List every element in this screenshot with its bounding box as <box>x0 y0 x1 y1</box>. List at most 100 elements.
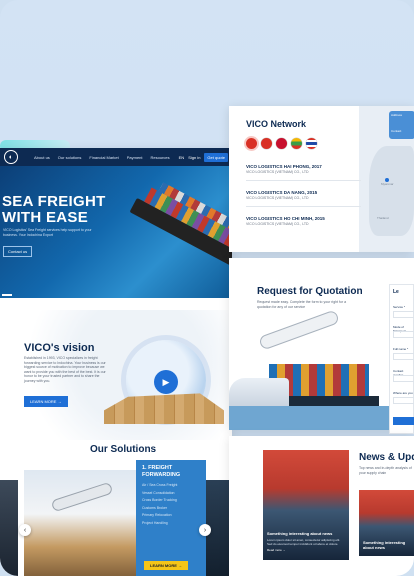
where-label: Where are you <box>393 391 413 395</box>
vision-learn-more-button[interactable]: LEARN MORE → <box>24 396 68 407</box>
quotation-description: Request made easy. Complete the form to … <box>257 300 347 309</box>
solutions-title: Our Solutions <box>90 444 157 455</box>
network-map[interactable]: Myanmar Thailand Address Contact <box>359 106 414 252</box>
country-flags <box>246 138 317 149</box>
list-item: Cross Border Trucking <box>142 498 177 502</box>
contact-us-button[interactable]: Contact us <box>3 246 33 257</box>
get-quote-button[interactable]: Get quote <box>204 152 228 162</box>
freight-title-line-2: FORWARDING <box>142 472 181 478</box>
airplane-image <box>259 310 339 350</box>
list-item: Project Handling <box>142 520 168 525</box>
news-item-2-text: Something interesting about news <box>363 540 412 550</box>
homepage-preview: ◐ About us Our solutions Financial Marke… <box>0 148 232 576</box>
office-name: VICO LOGISTICS HO CHI MINH, 2015 <box>246 216 325 221</box>
myanmar-flag-icon[interactable] <box>291 138 302 149</box>
news-item-excerpt: Lorem ipsum dolor sit amet, consectetur … <box>267 538 341 546</box>
divider <box>246 180 361 181</box>
network-card: Myanmar Thailand Address Contact VICO Ne… <box>229 106 414 252</box>
quotation-title: Request for Quotation <box>257 286 363 297</box>
language-selector[interactable]: EN <box>179 155 185 160</box>
hero-title-line-1: SEA FREIGHT <box>2 193 106 210</box>
vision-section: VICO's vision Established in 1993, VICO … <box>0 310 232 440</box>
solution-image <box>24 470 136 576</box>
office-company: VICO LOGISTICS (VIETNAM) CO., LTD <box>246 196 309 200</box>
list-item: Vessel Consolidation <box>142 490 175 495</box>
news-card: Something interesting about news Lorem i… <box>229 436 414 576</box>
train-image <box>229 378 289 408</box>
map-pin-icon[interactable] <box>385 178 389 182</box>
freight-service-list: Air / Sea Cross Freight Vessel Consolida… <box>142 482 200 527</box>
nav-item-solutions[interactable]: Our solutions <box>58 155 82 160</box>
office-item-ho-chi-minh[interactable]: VICO LOGISTICS HO CHI MINH, 2015 VICO LO… <box>246 216 325 226</box>
cargo-ship-image <box>123 171 232 280</box>
news-item-title: Something interesting about news <box>267 531 333 536</box>
map-label-thailand: Thailand <box>377 216 389 220</box>
carousel-next-arrow-icon[interactable]: › <box>199 524 211 536</box>
map-label-myanmar: Myanmar <box>381 182 394 186</box>
office-company: VICO LOGISTICS (VIETNAM) CO., LTD <box>246 222 309 226</box>
service-label: Service * <box>393 305 406 309</box>
list-item: Customs Broker <box>142 505 168 510</box>
map-popup-contact-label: Contact <box>391 129 402 133</box>
divider <box>246 206 361 207</box>
news-read-more-label: Read more <box>267 548 282 552</box>
hongkong-flag-icon[interactable] <box>276 138 287 149</box>
news-item-1[interactable]: Something interesting about news Lorem i… <box>263 450 349 560</box>
list-item: Primary Relocation <box>142 513 172 517</box>
water-image <box>229 406 414 430</box>
sign-in-link[interactable]: Sign in <box>188 155 200 160</box>
nav-item-resources[interactable]: Resources <box>151 155 170 160</box>
freight-card-title: 1. FREIGHT FORWARDING <box>142 465 200 479</box>
solutions-section: Our Solutions 1. FREIGHT FORWARDING Air … <box>0 440 232 576</box>
freight-title-line-1: 1. FREIGHT <box>142 465 173 471</box>
china-flag-icon[interactable] <box>261 138 272 149</box>
submit-button[interactable] <box>393 417 414 425</box>
map-popup[interactable]: Address Contact <box>389 111 414 139</box>
network-title: VICO Network <box>246 119 307 129</box>
news-item-2[interactable]: Something interesting about news <box>359 490 414 556</box>
fullname-label: Full name * <box>393 347 409 351</box>
carousel-prev-arrow-icon[interactable]: ‹ <box>19 524 31 536</box>
service-select[interactable] <box>393 311 414 318</box>
quotation-form: Le Service * Mode of Transport Full name… <box>389 284 414 434</box>
freight-learn-more-button[interactable]: LEARN MORE → <box>144 561 189 570</box>
news-read-more-link[interactable]: Read more → <box>267 548 345 552</box>
form-heading: Le <box>393 289 399 295</box>
freight-learn-more-label: LEARN MORE <box>150 563 177 568</box>
nav-item-payment[interactable]: Payment <box>127 155 143 160</box>
list-item: Air / Sea Cross Freight <box>142 483 178 487</box>
nav-item-about[interactable]: About us <box>34 155 50 160</box>
nav-right: EN Sign in Get quote <box>179 152 228 162</box>
mode-select[interactable] <box>393 331 414 338</box>
office-item-da-nang[interactable]: VICO LOGISTICS DA NANG, 2015 VICO LOGIST… <box>246 190 317 200</box>
top-navbar: ◐ About us Our solutions Financial Marke… <box>0 148 232 166</box>
news-subtitle: Top news and in-depth analysis of your s… <box>359 466 412 475</box>
vision-description: Established in 1993, VICO specializes in… <box>24 356 106 383</box>
vico-logo-icon[interactable]: ◐ <box>4 150 18 164</box>
freight-forwarding-card: 1. FREIGHT FORWARDING Air / Sea Cross Fr… <box>136 460 206 576</box>
nav-menu: About us Our solutions Financial Market … <box>34 155 170 160</box>
office-item-hai-phong[interactable]: VICO LOGISTICS HAI PHONG, 2017 VICO LOGI… <box>246 164 322 174</box>
map-popup-address-label: Address <box>391 113 403 117</box>
slider-indicator[interactable] <box>2 294 12 296</box>
thailand-flag-icon[interactable] <box>306 138 317 149</box>
hero-description: VICO Logistics' Sea Freight services hel… <box>3 228 92 237</box>
contact-input[interactable] <box>393 375 414 382</box>
office-name: VICO LOGISTICS HAI PHONG, 2017 <box>246 164 322 169</box>
map-landmass <box>369 146 414 236</box>
vision-title: VICO's vision <box>24 342 95 354</box>
hero-banner: SEA FREIGHT WITH EASE VICO Logistics' Se… <box>0 166 232 298</box>
where-input[interactable] <box>393 397 414 404</box>
hero-title: SEA FREIGHT WITH EASE <box>2 194 106 226</box>
office-name: VICO LOGISTICS DA NANG, 2015 <box>246 190 318 195</box>
news-item-1-text: Something interesting about news Lorem i… <box>267 531 345 552</box>
news-item-title: Something interesting about news <box>363 540 406 550</box>
quotation-card: Request for Quotation Request made easy.… <box>229 258 414 430</box>
vision-learn-more-label: LEARN MORE <box>30 399 57 404</box>
canvas: ◐ About us Our solutions Financial Marke… <box>0 0 414 576</box>
nav-item-financial[interactable]: Financial Market <box>89 155 118 160</box>
vietnam-flag-icon[interactable] <box>246 138 257 149</box>
play-video-icon[interactable]: ▶ <box>154 370 178 394</box>
hero-title-line-2: WITH EASE <box>2 209 89 226</box>
fullname-input[interactable] <box>393 353 414 360</box>
